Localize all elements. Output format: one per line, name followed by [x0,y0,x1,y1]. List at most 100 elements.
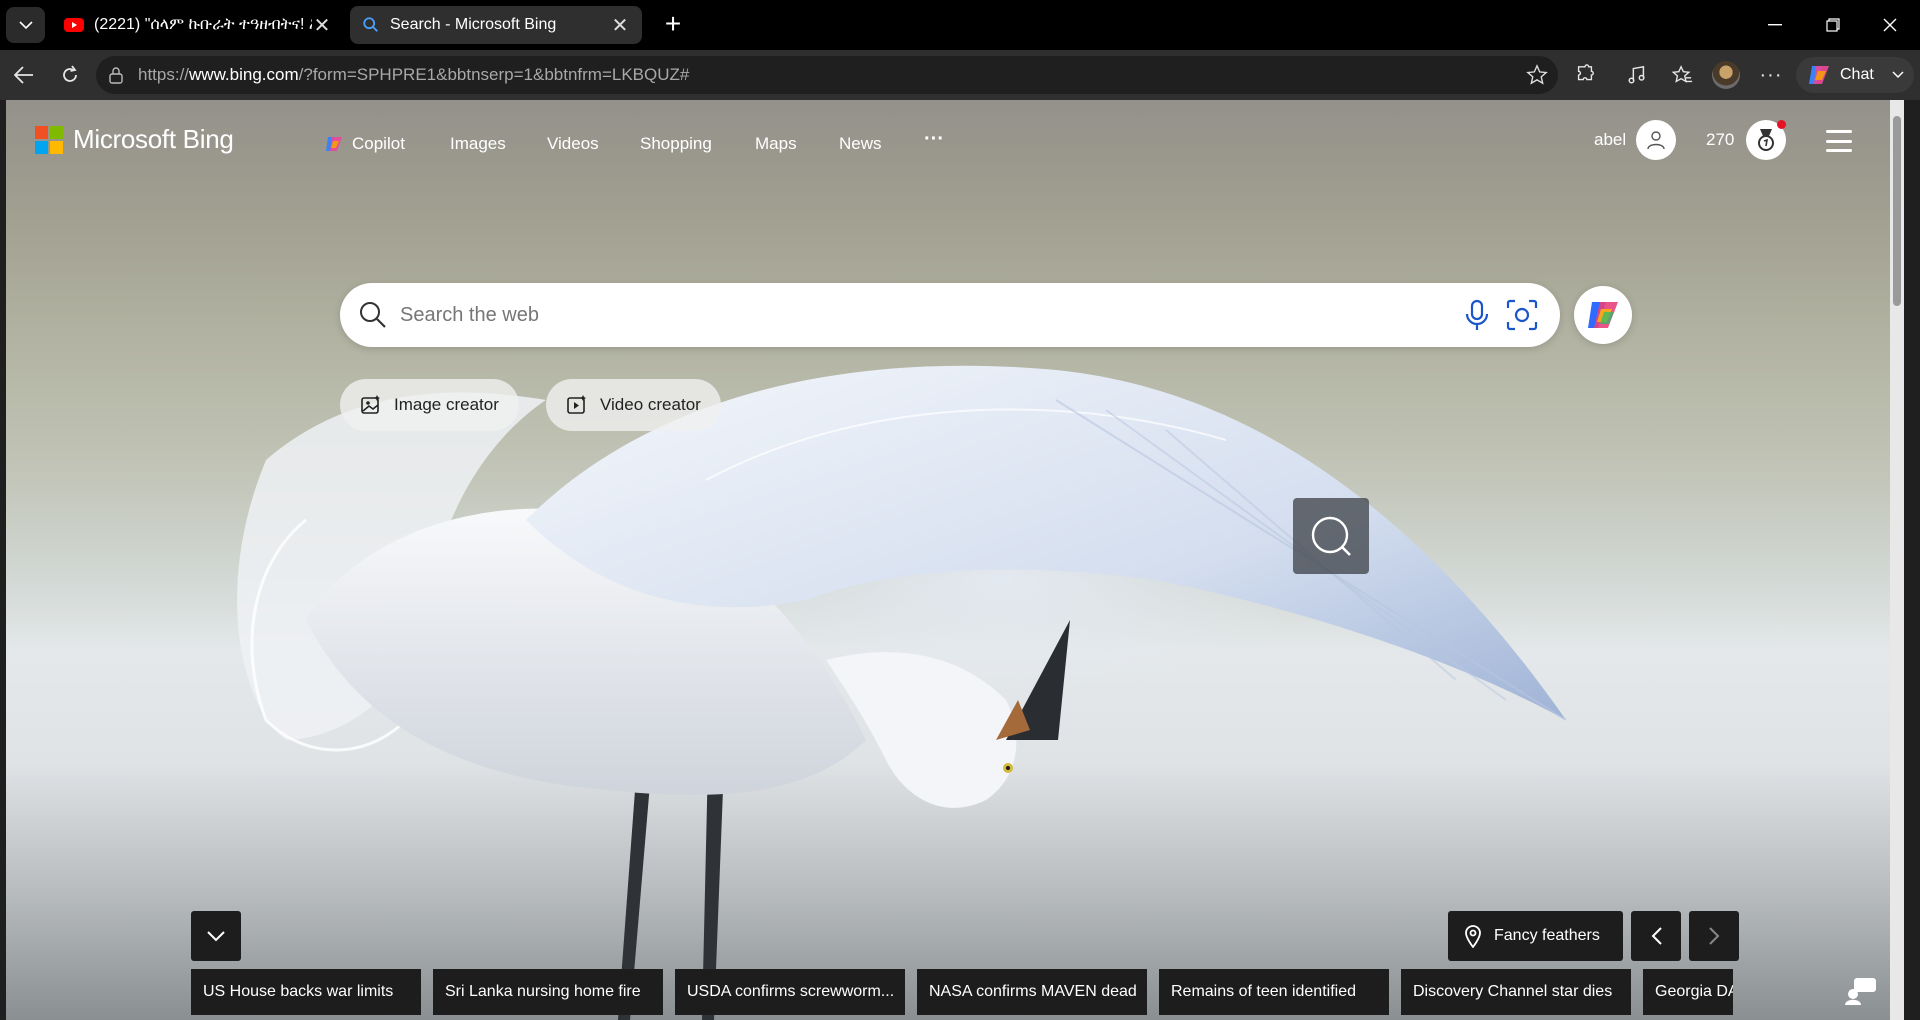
video-creator-button[interactable]: Video creator [546,379,721,431]
video-creator-icon [567,395,586,414]
nav-images[interactable]: Images [450,134,506,154]
close-window-button[interactable] [1862,0,1918,50]
microsoft-logo-icon [35,125,63,154]
avatar [1712,61,1740,89]
news-tile[interactable]: US House backs war limits [191,969,421,1015]
back-button[interactable] [6,58,42,92]
user-avatar[interactable] [1636,120,1677,160]
image-creator-label: Image creator [394,395,499,414]
profile-button[interactable] [1708,58,1744,92]
points-count: 270 [1706,130,1735,149]
search-icon [363,17,378,32]
feedback-icon[interactable] [1844,976,1880,1006]
visual-search-hotspot[interactable] [1293,498,1369,574]
person-icon [1647,131,1665,150]
news-tile[interactable]: Georgia DA [1643,969,1733,1015]
tab-actions-menu-button[interactable] [6,7,45,43]
star-icon[interactable] [1526,64,1548,86]
lock-icon[interactable] [108,66,124,84]
bing-homepage: Microsoft Bing Copilot Images Videos Sho… [6,100,1904,1020]
rewards-points[interactable]: 270 [1706,120,1787,160]
tab-youtube[interactable]: (2221) "ሰላም ኩቡራት ተዓዘብትና! እብ ✕ [52,6,344,44]
refresh-button[interactable] [52,58,88,92]
search-box[interactable] [340,283,1560,347]
browser-window: (2221) "ሰላም ኩቡራት ተዓዘብትና! እብ ✕ Search - M… [0,0,1920,1020]
minimize-icon [1768,24,1782,26]
copilot-search-button[interactable] [1574,286,1632,344]
search-input[interactable] [400,303,1400,327]
minimize-button[interactable] [1747,0,1803,50]
search-icon [1311,516,1351,556]
new-tab-button[interactable]: + [655,8,691,42]
news-tile[interactable]: Remains of teen identified [1159,969,1389,1015]
tab-title: Search - Microsoft Bing [390,16,557,33]
nav-news[interactable]: News [839,134,882,154]
news-tile[interactable]: USDA confirms screwworm... [675,969,905,1015]
news-tile[interactable]: NASA confirms MAVEN dead [917,969,1147,1015]
restore-button[interactable] [1805,0,1861,50]
url-text[interactable]: https://www.bing.com/?form=SPHPRE1&bbtns… [138,65,689,85]
puzzle-icon [1577,64,1594,81]
chevron-right-icon [1708,927,1719,945]
chevron-down-icon [18,20,33,29]
visual-search-icon[interactable] [1506,299,1538,331]
image-info-button[interactable]: Fancy feathers [1448,911,1623,961]
favorites-icon [1671,65,1693,83]
copilot-chat-button[interactable]: Chat [1796,57,1914,93]
microphone-icon[interactable] [1462,299,1492,331]
extensions-button[interactable] [1567,58,1603,92]
settings-more-button[interactable]: ··· [1753,58,1789,92]
nav-videos[interactable]: Videos [547,134,599,154]
chevron-left-icon [1651,927,1662,945]
youtube-icon [64,18,84,32]
rewards-medal[interactable] [1746,120,1787,160]
tab-bing[interactable]: Search - Microsoft Bing ✕ [350,6,642,44]
brand-name: Microsoft Bing [73,124,234,154]
close-tab-button[interactable]: ✕ [312,13,332,38]
nav-shopping[interactable]: Shopping [640,134,712,154]
username: abel [1594,130,1627,149]
scrollbar-thumb[interactable] [1893,116,1901,306]
address-bar[interactable]: https://www.bing.com/?form=SPHPRE1&bbtns… [96,56,1558,94]
restore-icon [1826,18,1840,32]
more-icon: ··· [1759,63,1783,86]
notification-dot [1777,120,1787,129]
chevron-down-icon[interactable] [1892,71,1904,79]
copilot-icon [1588,302,1618,328]
image-title: Fancy feathers [1494,927,1600,944]
location-pin-icon [1465,925,1481,948]
chat-label: Chat [1840,66,1874,83]
bing-header: Microsoft Bing Copilot Images Videos Sho… [6,100,1890,170]
image-creator-button[interactable]: Image creator [340,379,519,431]
refresh-icon [63,65,77,82]
close-tab-button[interactable]: ✕ [610,13,630,38]
arrow-left-icon [14,66,33,84]
page-scrollbar[interactable] [1890,100,1904,1020]
next-image-button[interactable] [1689,911,1739,961]
news-tile[interactable]: Discovery Channel star dies [1401,969,1631,1015]
background-image-egret [237,365,1567,1020]
nav-copilot[interactable]: Copilot [324,134,405,154]
rewards-medal-icon [1758,129,1775,151]
expand-feed-button[interactable] [191,911,241,961]
nav-maps[interactable]: Maps [755,134,797,154]
url-path: /?form=SPHPRE1&bbtnserp=1&bbtnfrm=LKBQUZ… [298,65,690,84]
previous-image-button[interactable] [1631,911,1681,961]
user-signin[interactable]: abel [1594,120,1677,160]
nav-copilot-label: Copilot [352,134,405,153]
news-tile[interactable]: Sri Lanka nursing home fire [433,969,663,1015]
copilot-icon [326,137,342,151]
close-icon [1883,18,1897,32]
favorites-button[interactable] [1664,58,1700,92]
url-scheme: https:// [138,65,190,84]
toolbar: https://www.bing.com/?form=SPHPRE1&bbtns… [0,50,1920,100]
microsoft-bing-logo[interactable]: Microsoft Bing [35,124,234,155]
hamburger-menu-button[interactable] [1826,130,1852,152]
image-creator-icon [361,395,380,414]
tab-strip: (2221) "ሰላም ኩቡራት ተዓዘብትና! እብ ✕ Search - M… [0,0,1920,50]
search-icon [360,302,386,328]
chevron-down-icon [207,930,225,941]
media-control-button[interactable] [1619,58,1655,92]
music-note-icon [1628,65,1645,84]
nav-more[interactable]: ··· [924,128,944,151]
